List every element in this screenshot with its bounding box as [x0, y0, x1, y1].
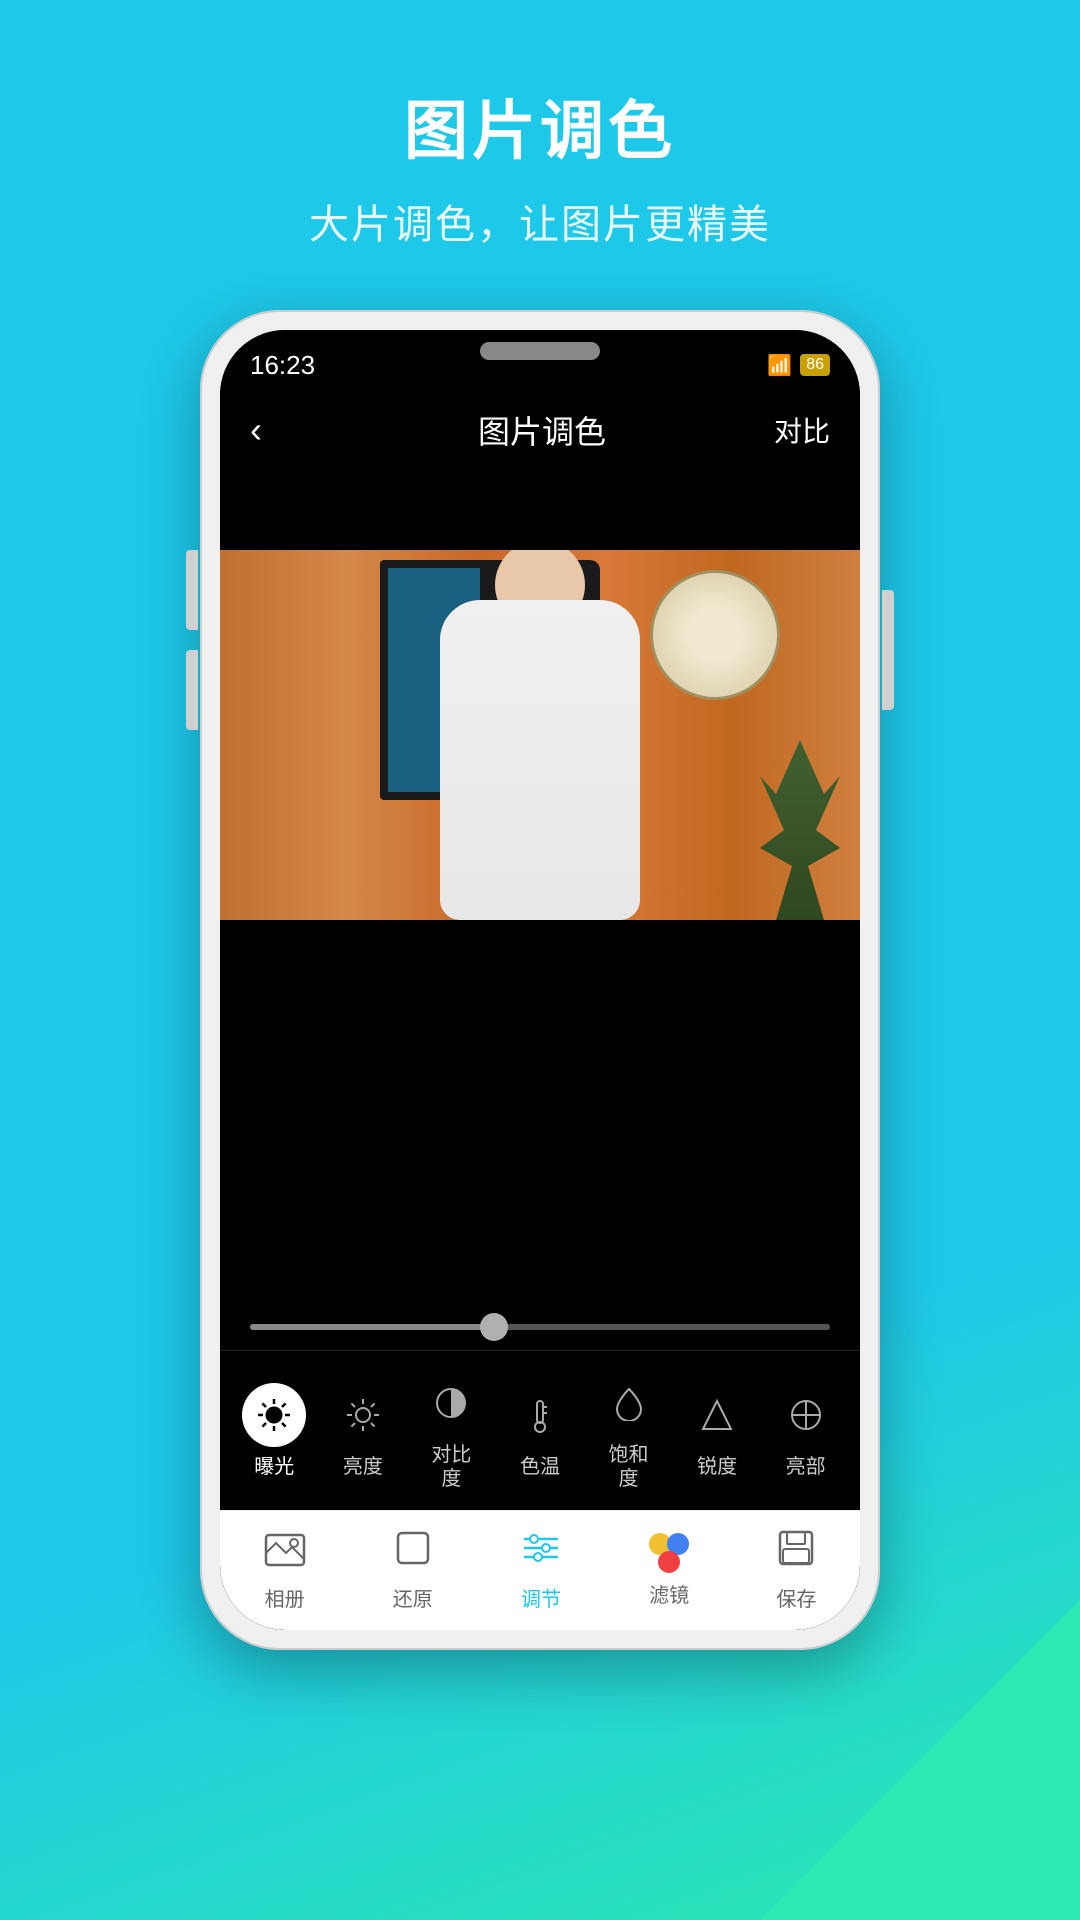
slider-track[interactable] [250, 1324, 830, 1330]
tool-contrast[interactable]: 对比度 [419, 1371, 483, 1491]
body [440, 600, 640, 920]
volume-up-button [186, 550, 198, 630]
nav-reset[interactable]: 还原 [393, 1529, 433, 1612]
sharpness-label: 锐度 [697, 1455, 737, 1479]
highlights-icon [774, 1383, 838, 1447]
temperature-icon [508, 1383, 572, 1447]
compare-button[interactable]: 对比 [774, 410, 830, 450]
photo-area [220, 550, 860, 920]
phone-screen: 16:23 📶 86 ‹ 图片调色 对比 [220, 330, 860, 1630]
page-header: 图片调色 大片调色，让图片更精美 [309, 0, 771, 250]
filter-label: 滤镜 [649, 1579, 689, 1608]
sharpness-icon [685, 1383, 749, 1447]
nav-album[interactable]: 相册 [264, 1529, 306, 1612]
highlights-label: 亮部 [786, 1455, 826, 1479]
wifi-icon: 📶 [767, 353, 792, 378]
filter-icon [649, 1533, 689, 1573]
reset-icon [394, 1529, 432, 1577]
back-button[interactable]: ‹ [250, 409, 310, 451]
save-icon [777, 1529, 815, 1577]
slider-container [250, 1324, 830, 1330]
brightness-label: 亮度 [343, 1455, 383, 1479]
tools-bar: 曝光 [220, 1350, 860, 1510]
bottom-nav: 相册 还原 [220, 1510, 860, 1630]
app-bar-title: 图片调色 [478, 407, 606, 453]
contrast-icon [419, 1371, 483, 1435]
album-icon [264, 1529, 306, 1577]
slider-thumb[interactable] [480, 1313, 508, 1341]
app-bar: ‹ 图片调色 对比 [220, 390, 860, 470]
tool-temperature[interactable]: 色温 [508, 1383, 572, 1479]
speaker [480, 342, 600, 360]
nav-adjust[interactable]: 调节 [520, 1529, 562, 1612]
battery-badge: 86 [800, 354, 830, 376]
saturation-icon [597, 1371, 661, 1435]
saturation-label: 饱和度 [609, 1443, 649, 1491]
page-subtitle: 大片调色，让图片更精美 [309, 192, 771, 250]
tool-saturation[interactable]: 饱和度 [597, 1371, 661, 1491]
tool-sharpness[interactable]: 锐度 [685, 1383, 749, 1479]
exposure-label: 曝光 [254, 1455, 294, 1479]
adjust-icon [520, 1529, 562, 1577]
tool-brightness[interactable]: 亮度 [331, 1383, 395, 1479]
photo-top-space [220, 470, 860, 550]
tool-highlights[interactable]: 亮部 [774, 1383, 838, 1479]
volume-down-button [186, 650, 198, 730]
contrast-label: 对比度 [431, 1443, 471, 1491]
adjust-label: 调节 [521, 1583, 561, 1612]
album-label: 相册 [265, 1583, 305, 1612]
screen-content: 16:23 📶 86 ‹ 图片调色 对比 [220, 330, 860, 1630]
nav-filter[interactable]: 滤镜 [649, 1533, 689, 1608]
save-label: 保存 [776, 1583, 816, 1612]
person-figure [400, 560, 680, 920]
power-button [882, 590, 894, 710]
temperature-label: 色温 [520, 1455, 560, 1479]
nav-save[interactable]: 保存 [776, 1529, 816, 1612]
status-icons: 📶 86 [767, 353, 830, 378]
phone-outer: 16:23 📶 86 ‹ 图片调色 对比 [200, 310, 880, 1650]
page-title: 图片调色 [309, 80, 771, 172]
filter-dot-red [658, 1551, 680, 1573]
phone-mockup: 16:23 📶 86 ‹ 图片调色 对比 [200, 310, 880, 1650]
tool-exposure[interactable]: 曝光 [242, 1383, 306, 1479]
status-time: 16:23 [250, 350, 315, 381]
status-bar: 16:23 📶 86 [220, 330, 860, 390]
reset-label: 还原 [393, 1583, 433, 1612]
photo-scene [220, 550, 860, 920]
brightness-icon [331, 1383, 395, 1447]
photo-bottom-area [220, 920, 860, 1350]
slider-fill [250, 1324, 494, 1330]
exposure-icon [242, 1383, 306, 1447]
